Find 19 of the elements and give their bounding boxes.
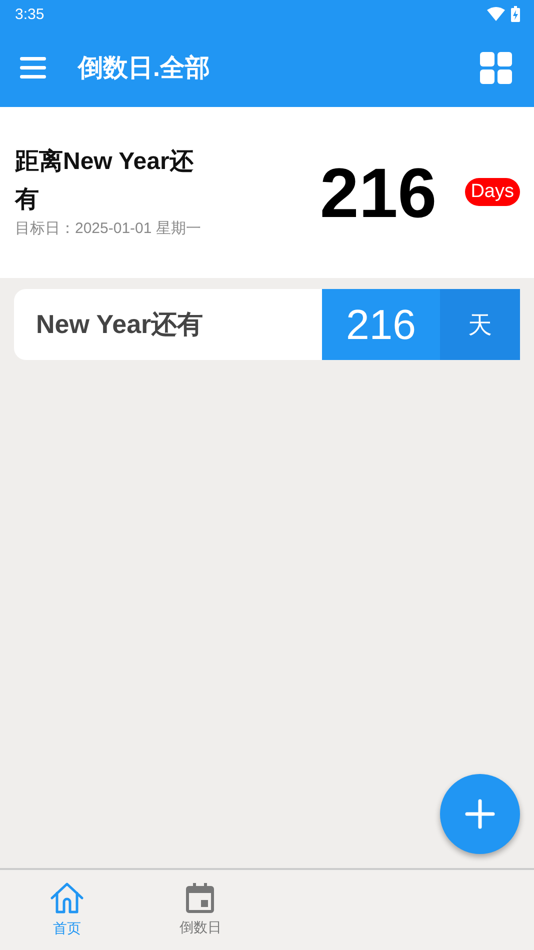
- event-unit: 天: [440, 289, 520, 360]
- event-title: New Year还有: [36, 308, 204, 341]
- home-icon: [50, 882, 84, 914]
- event-day-count: 216: [322, 289, 440, 360]
- plus-icon: [465, 799, 495, 829]
- status-time: 3:35: [15, 6, 44, 22]
- days-badge: Days: [464, 178, 520, 206]
- battery-icon: [511, 6, 520, 22]
- day-count: 216: [318, 152, 438, 232]
- target-date: 目标日：2025-01-01 星期一: [15, 219, 202, 238]
- grid-view-button[interactable]: [480, 52, 512, 84]
- countdown-title: 距离New Year还有: [15, 147, 194, 215]
- add-button[interactable]: [440, 774, 520, 854]
- menu-button[interactable]: [20, 56, 48, 80]
- calendar-icon: [186, 883, 214, 913]
- nav-tab[interactable]: 倒数日: [134, 870, 267, 950]
- nav-tab[interactable]: 首页: [0, 870, 134, 950]
- wifi-icon: [487, 7, 505, 21]
- app-title: 倒数日.全部: [78, 53, 211, 84]
